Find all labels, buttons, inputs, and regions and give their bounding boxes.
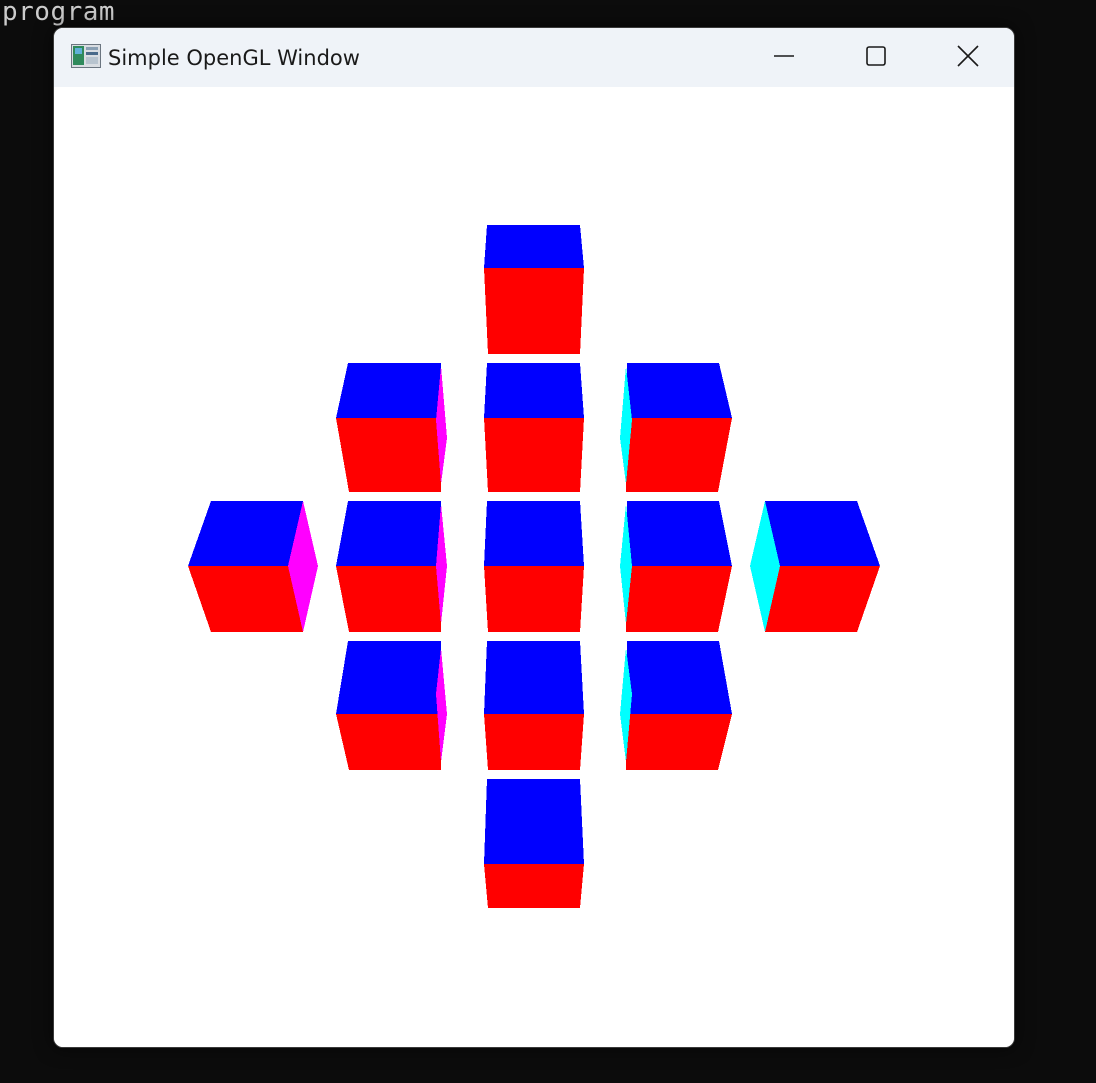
console-output-text: program (2, 0, 116, 27)
cube-scene (188, 225, 880, 908)
maximize-icon (866, 46, 886, 66)
cube-10-top-face (626, 501, 732, 566)
close-icon (957, 45, 979, 67)
cube-11-front-face (626, 714, 732, 770)
cube-4-front-face (484, 714, 584, 770)
cube-12-top-face (188, 501, 303, 566)
cube-9-front-face (626, 418, 732, 492)
close-button[interactable] (922, 28, 1014, 84)
title-bar[interactable]: Simple OpenGL Window (54, 28, 1014, 87)
cube-5-front-face (484, 864, 584, 908)
cube-6-front-face (336, 418, 441, 492)
cube-10-front-face (626, 566, 732, 632)
cube-6-top-face (336, 363, 441, 418)
cube-7-top-face (336, 501, 441, 566)
cube-11-top-face (626, 641, 732, 714)
cube-2-front-face (484, 418, 584, 492)
cube-1-front-face (484, 268, 584, 354)
cube-4-top-face (484, 641, 584, 714)
cube-8-front-face (336, 714, 441, 770)
cube-5-top-face (484, 779, 584, 864)
cube-12-front-face (188, 566, 303, 632)
opengl-window: Simple OpenGL Window (53, 27, 1015, 1048)
minimize-icon (774, 55, 794, 57)
opengl-app-icon (71, 44, 101, 68)
window-title: Simple OpenGL Window (108, 46, 360, 70)
cube-8-top-face (336, 641, 441, 714)
cube-13-top-face (765, 501, 880, 566)
cube-7-front-face (336, 566, 441, 632)
cube-1-top-face (484, 225, 584, 268)
minimize-button[interactable] (738, 28, 830, 84)
opengl-viewport[interactable] (54, 87, 1014, 1047)
maximize-button[interactable] (830, 28, 922, 84)
cube-3-front-face (484, 566, 584, 632)
cube-13-front-face (765, 566, 880, 632)
cube-9-top-face (626, 363, 732, 418)
cube-3-top-face (484, 501, 584, 566)
cube-2-top-face (484, 363, 584, 418)
